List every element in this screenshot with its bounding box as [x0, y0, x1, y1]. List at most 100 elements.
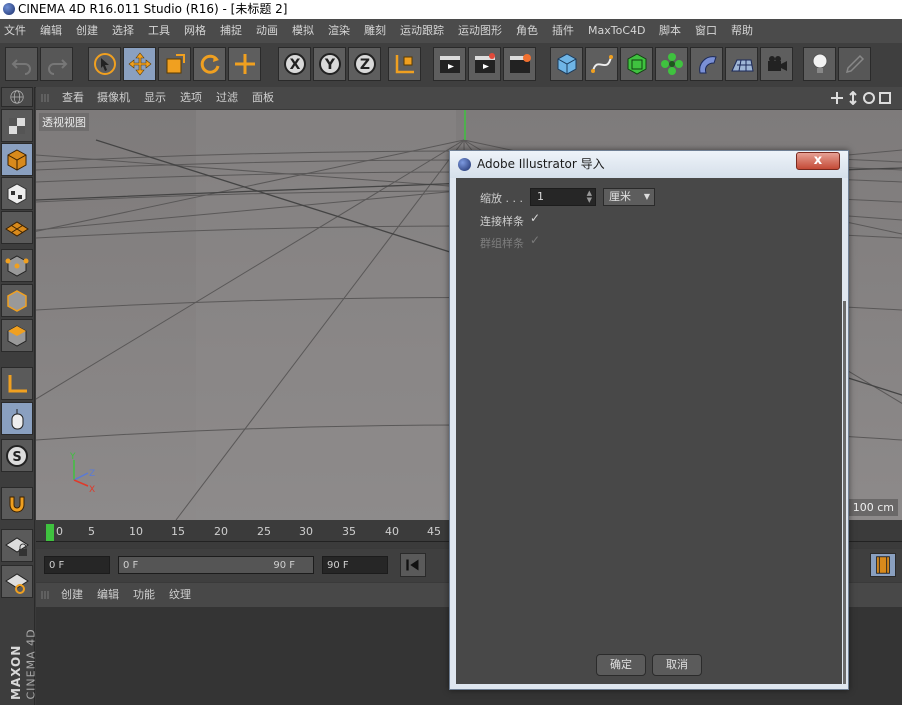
- menu-render[interactable]: 渲染: [328, 19, 350, 43]
- dialog-close-button[interactable]: x: [796, 152, 840, 170]
- floor-button[interactable]: [725, 47, 758, 81]
- end-frame-field[interactable]: 90 F: [322, 556, 388, 574]
- texture-mode-button[interactable]: [1, 177, 33, 210]
- viewport-zoom-icon[interactable]: [846, 90, 860, 106]
- viewport-menubar: 查看 摄像机 显示 选项 过滤 面板: [36, 87, 902, 109]
- material-menu-texture[interactable]: 纹理: [169, 583, 191, 607]
- y-axis-lock-button[interactable]: Y: [313, 47, 346, 81]
- edges-cube-icon: [7, 289, 27, 312]
- menu-select[interactable]: 选择: [112, 19, 134, 43]
- clapper-icon: [439, 56, 460, 73]
- menu-window[interactable]: 窗口: [695, 19, 717, 43]
- viewport-menu-filter[interactable]: 过滤: [216, 87, 238, 109]
- render-view-button[interactable]: [433, 47, 466, 81]
- y-axis-icon: Y: [318, 53, 341, 75]
- main-menubar: 文件 编辑 创建 选择 工具 网格 捕捉 动画 模拟 渲染 雕刻 运动跟踪 运动…: [0, 19, 902, 43]
- polygons-mode-button[interactable]: [1, 319, 33, 352]
- go-to-start-button[interactable]: [400, 553, 426, 577]
- selection-cursor-icon: [93, 53, 116, 75]
- snap-button[interactable]: S: [1, 439, 33, 472]
- viewport-menu-options[interactable]: 选项: [180, 87, 202, 109]
- menu-character[interactable]: 角色: [516, 19, 538, 43]
- nurbs-button[interactable]: [620, 47, 653, 81]
- connect-splines-checkbox[interactable]: ✓: [530, 212, 540, 224]
- group-splines-checkbox[interactable]: ✓: [530, 234, 540, 246]
- move-tool-button[interactable]: [123, 47, 156, 81]
- array-button[interactable]: [655, 47, 688, 81]
- redo-button[interactable]: [40, 47, 73, 81]
- menu-create[interactable]: 创建: [76, 19, 98, 43]
- material-menu-function[interactable]: 功能: [133, 583, 155, 607]
- stepper-arrows-icon[interactable]: ▲ ▼: [587, 190, 592, 204]
- light-button[interactable]: [803, 47, 836, 81]
- viewport-menu-display[interactable]: 显示: [144, 87, 166, 109]
- tag-button[interactable]: [838, 47, 871, 81]
- recent-tool-button[interactable]: [228, 47, 261, 81]
- menu-maxtoc4d[interactable]: MaxToC4D: [588, 19, 645, 43]
- axis-mode-button[interactable]: [1, 367, 33, 400]
- viewport-menu-panel[interactable]: 面板: [252, 87, 274, 109]
- ok-button[interactable]: 确定: [596, 654, 646, 676]
- menu-edit[interactable]: 编辑: [40, 19, 62, 43]
- undo-button[interactable]: [5, 47, 38, 81]
- subdivision-surface-icon: [627, 53, 646, 75]
- scale-tool-button[interactable]: [158, 47, 191, 81]
- menu-script[interactable]: 脚本: [659, 19, 681, 43]
- x-axis-lock-button[interactable]: X: [278, 47, 311, 81]
- clapper-settings-icon: [509, 54, 531, 73]
- deformer-button[interactable]: [690, 47, 723, 81]
- menu-animate[interactable]: 动画: [256, 19, 278, 43]
- material-menu-edit[interactable]: 编辑: [97, 583, 119, 607]
- svg-text:Y: Y: [323, 57, 335, 73]
- live-selection-button[interactable]: [88, 47, 121, 81]
- magnet-button[interactable]: [1, 487, 33, 520]
- menu-file[interactable]: 文件: [4, 19, 26, 43]
- dialog-titlebar[interactable]: Adobe Illustrator 导入 x: [450, 151, 848, 178]
- floor-grid-icon: [730, 59, 754, 72]
- group-splines-label: 群组样条: [480, 237, 524, 250]
- camera-button[interactable]: [760, 47, 793, 81]
- make-editable-button[interactable]: [1, 109, 33, 142]
- viewport-menu-cameras[interactable]: 摄像机: [97, 87, 130, 109]
- dialog-scrollbar[interactable]: [843, 301, 846, 684]
- render-picture-viewer-button[interactable]: [468, 47, 501, 81]
- render-settings-button[interactable]: [503, 47, 536, 81]
- menu-snap[interactable]: 捕捉: [220, 19, 242, 43]
- start-frame-field[interactable]: 0 F: [44, 556, 110, 574]
- viewport-toggle-icon[interactable]: [878, 91, 892, 105]
- preview-range-slider[interactable]: 0 F 90 F: [118, 556, 314, 574]
- z-axis-lock-button[interactable]: Z: [348, 47, 381, 81]
- edges-mode-button[interactable]: [1, 284, 33, 317]
- menu-motion-tracking[interactable]: 运动跟踪: [400, 19, 444, 43]
- spline-button[interactable]: [585, 47, 618, 81]
- viewport-rotate-icon[interactable]: [862, 91, 876, 105]
- menu-tools[interactable]: 工具: [148, 19, 170, 43]
- scale-input[interactable]: 1 ▲ ▼: [530, 188, 596, 206]
- points-mode-button[interactable]: [1, 249, 33, 282]
- model-mode-button[interactable]: [1, 143, 33, 176]
- tweak-mode-button[interactable]: [1, 402, 33, 435]
- viewport-move-icon[interactable]: [830, 91, 844, 105]
- logo-cinema4d-text: CINEMA 4D: [24, 628, 38, 700]
- rotate-tool-button[interactable]: [193, 47, 226, 81]
- timeline-window-button[interactable]: [870, 553, 896, 577]
- material-menu-create[interactable]: 创建: [61, 583, 83, 607]
- window-titlebar: CINEMA 4D R16.011 Studio (R16) - [未标题 2]: [0, 0, 902, 19]
- menu-simulate[interactable]: 模拟: [292, 19, 314, 43]
- workplane-mode-button[interactable]: [1, 211, 33, 244]
- menu-mograph[interactable]: 运动图形: [458, 19, 502, 43]
- timeline-playhead[interactable]: [46, 524, 54, 542]
- cinema4d-app-icon: [3, 3, 15, 15]
- menu-help[interactable]: 帮助: [731, 19, 753, 43]
- viewport-menu-view[interactable]: 查看: [62, 87, 84, 109]
- svg-text:Z: Z: [89, 469, 95, 479]
- locked-workplane-button[interactable]: [1, 529, 33, 562]
- unit-dropdown[interactable]: 厘米 ▼: [603, 188, 655, 206]
- cube-object-button[interactable]: [550, 47, 583, 81]
- coordinate-system-button[interactable]: [388, 47, 421, 81]
- menu-sculpt[interactable]: 雕刻: [364, 19, 386, 43]
- planar-workplane-button[interactable]: [1, 565, 33, 598]
- menu-plugins[interactable]: 插件: [552, 19, 574, 43]
- cancel-button[interactable]: 取消: [652, 654, 702, 676]
- menu-mesh[interactable]: 网格: [184, 19, 206, 43]
